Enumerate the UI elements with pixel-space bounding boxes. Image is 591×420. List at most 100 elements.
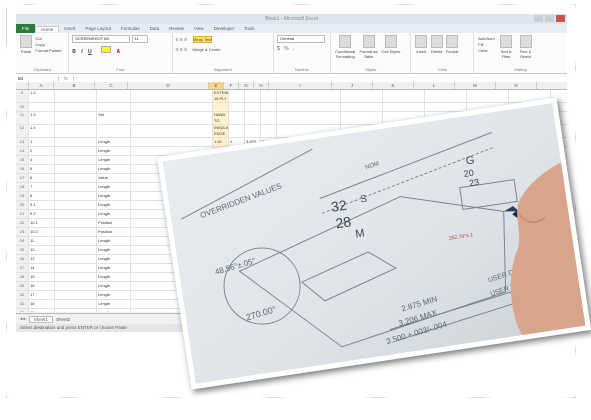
- sheet-tab-1[interactable]: Sheet1: [28, 315, 54, 323]
- table-cell[interactable]: Length: [97, 282, 131, 290]
- table-cell[interactable]: HAND TO THE TOP ASSEMBLY INSIDE EDGE: [213, 112, 229, 124]
- table-cell[interactable]: [261, 125, 277, 137]
- table-cell[interactable]: [213, 103, 229, 111]
- maximize-button[interactable]: [545, 15, 554, 22]
- file-tab[interactable]: File: [16, 24, 36, 33]
- tab-page-layout[interactable]: Page Layout: [81, 26, 116, 31]
- table-cell[interactable]: [55, 125, 97, 137]
- table-cell[interactable]: Length: [97, 291, 131, 299]
- format-cells-button[interactable]: Format: [445, 35, 459, 54]
- table-cell[interactable]: [55, 138, 97, 146]
- table-cell[interactable]: EXTEND 16 PLY TABS, TO THE ITEMS POSITIV…: [213, 90, 229, 102]
- table-cell[interactable]: [55, 165, 97, 173]
- table-cell[interactable]: [55, 237, 97, 245]
- align-top-icon[interactable]: ≡: [176, 37, 179, 43]
- row-number[interactable]: 16: [16, 165, 29, 173]
- currency-icon[interactable]: $: [277, 46, 280, 52]
- table-cell[interactable]: [277, 90, 341, 102]
- table-cell[interactable]: [55, 282, 97, 290]
- table-cell[interactable]: [55, 90, 97, 102]
- row-number[interactable]: 24: [16, 237, 29, 245]
- cell-styles-button[interactable]: Cell Styles: [381, 35, 401, 54]
- table-cell[interactable]: [55, 103, 97, 111]
- table-cell[interactable]: [55, 183, 97, 191]
- table-cell[interactable]: Length: [97, 309, 131, 312]
- table-cell[interactable]: [341, 112, 383, 124]
- table-cell[interactable]: [425, 103, 467, 111]
- table-cell[interactable]: [467, 90, 509, 102]
- table-cell[interactable]: Length: [97, 210, 131, 218]
- row-number[interactable]: 9: [16, 90, 29, 102]
- column-header-h[interactable]: H: [254, 82, 269, 89]
- row-number[interactable]: 25: [16, 246, 29, 254]
- table-cell[interactable]: 1.4: [29, 125, 55, 137]
- table-cell[interactable]: [261, 90, 277, 102]
- table-cell[interactable]: Set: [97, 112, 131, 124]
- tab-formulas[interactable]: Formulas: [116, 26, 145, 31]
- column-header-f[interactable]: F: [224, 82, 239, 89]
- row-number[interactable]: 27: [16, 264, 29, 272]
- column-header-k[interactable]: K: [373, 82, 414, 89]
- column-header-a[interactable]: A: [29, 82, 54, 89]
- bold-button[interactable]: B: [72, 49, 76, 55]
- row-number[interactable]: 26: [16, 255, 29, 263]
- column-header-i[interactable]: I: [269, 82, 332, 89]
- table-cell[interactable]: [55, 219, 97, 227]
- align-middle-icon[interactable]: ≡: [180, 37, 183, 43]
- table-cell[interactable]: 13: [29, 255, 55, 263]
- row-number[interactable]: 20: [16, 201, 29, 209]
- row-number[interactable]: 22: [16, 219, 29, 227]
- tab-tools[interactable]: Tools: [239, 26, 260, 31]
- font-name-select[interactable]: SCREENSHOT BX: [72, 35, 131, 43]
- row-number[interactable]: 10: [16, 103, 29, 111]
- align-center-icon[interactable]: ≡: [180, 47, 183, 53]
- table-cell[interactable]: [261, 112, 277, 124]
- merge-center-button[interactable]: Merge & Center: [193, 47, 221, 52]
- table-cell[interactable]: Length: [97, 156, 131, 164]
- table-cell[interactable]: [245, 125, 261, 137]
- row-number[interactable]: 32: [16, 309, 29, 312]
- table-cell[interactable]: [55, 192, 97, 200]
- format-as-table-button[interactable]: Format as Table: [358, 35, 380, 59]
- autosum-button[interactable]: AutoSum: [478, 36, 494, 41]
- sheet-tab-2[interactable]: Sheet2: [56, 317, 70, 322]
- table-cell[interactable]: [245, 112, 261, 124]
- close-button[interactable]: [556, 15, 565, 22]
- tab-view[interactable]: View: [189, 26, 209, 31]
- table-cell[interactable]: 10.1: [29, 219, 55, 227]
- table-cell[interactable]: [55, 300, 97, 308]
- table-cell[interactable]: 8: [29, 192, 55, 200]
- row-number[interactable]: 18: [16, 183, 29, 191]
- delete-cells-button[interactable]: Delete: [430, 35, 444, 54]
- column-header-e[interactable]: E: [209, 82, 224, 89]
- name-box[interactable]: B4: [16, 75, 59, 81]
- table-cell[interactable]: 9.2: [29, 210, 55, 218]
- table-cell[interactable]: 11: [29, 237, 55, 245]
- align-left-icon[interactable]: ≡: [176, 47, 179, 53]
- table-cell[interactable]: [383, 90, 425, 102]
- tab-review[interactable]: Review: [164, 26, 189, 31]
- row-number[interactable]: 29: [16, 282, 29, 290]
- table-cell[interactable]: 15: [29, 273, 55, 281]
- copy-button[interactable]: Copy: [35, 42, 61, 47]
- insert-cells-button[interactable]: Insert: [414, 35, 428, 54]
- table-cell[interactable]: Length: [97, 165, 131, 173]
- table-cell[interactable]: [425, 90, 467, 102]
- row-number[interactable]: 17: [16, 174, 29, 182]
- table-cell[interactable]: [131, 90, 213, 102]
- table-cell[interactable]: [245, 90, 261, 102]
- table-cell[interactable]: [341, 90, 383, 102]
- minimize-button[interactable]: [534, 15, 543, 22]
- column-header-c[interactable]: C: [95, 82, 128, 89]
- table-cell[interactable]: [229, 90, 245, 102]
- table-cell[interactable]: [229, 112, 245, 124]
- font-color-icon[interactable]: A: [116, 49, 120, 55]
- table-cell[interactable]: [383, 103, 425, 111]
- row-number[interactable]: 15: [16, 156, 29, 164]
- row-number[interactable]: 13: [16, 138, 29, 146]
- table-cell[interactable]: [55, 210, 97, 218]
- column-header-n[interactable]: N: [496, 82, 537, 89]
- tab-home[interactable]: Home: [35, 25, 60, 32]
- table-cell[interactable]: [55, 156, 97, 164]
- table-cell[interactable]: Length: [97, 246, 131, 254]
